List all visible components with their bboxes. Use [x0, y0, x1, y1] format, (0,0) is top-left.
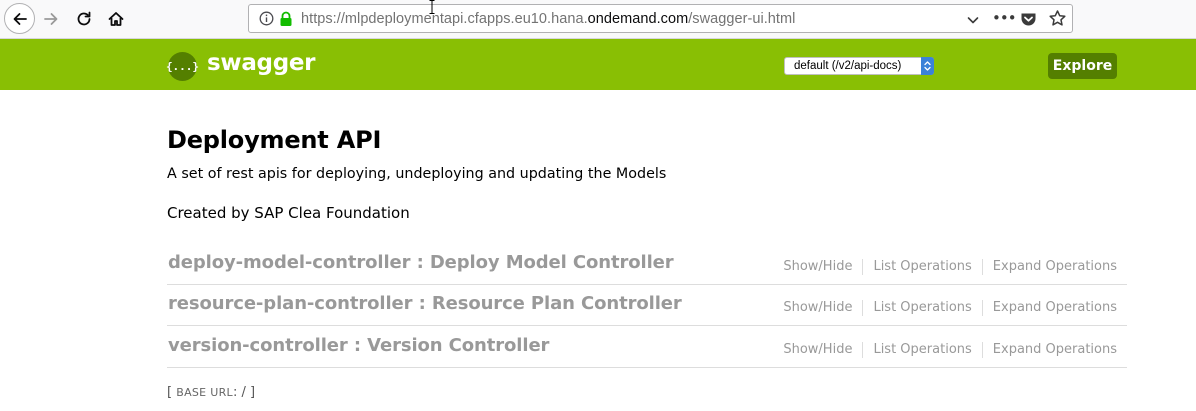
resource-heading[interactable]: version-controller : Version Controller	[168, 335, 549, 356]
explore-button[interactable]: Explore	[1048, 53, 1117, 79]
info-icon[interactable]	[259, 11, 274, 30]
expand-operations-link[interactable]: Expand Operations	[981, 300, 1117, 316]
lock-icon[interactable]	[279, 11, 293, 31]
back-button[interactable]	[4, 3, 35, 34]
url-suffix: /swagger-ui.html	[688, 11, 796, 27]
resource-heading[interactable]: deploy-model-controller : Deploy Model C…	[168, 252, 674, 273]
show-hide-link[interactable]: Show/Hide	[783, 259, 862, 275]
pocket-icon[interactable]	[1020, 11, 1037, 31]
api-created-by: Created by SAP Clea Foundation	[167, 204, 410, 222]
resource-version-controller: version-controller : Version Controller …	[167, 326, 1127, 368]
resource-heading[interactable]: resource-plan-controller : Resource Plan…	[168, 293, 682, 314]
forward-arrow-icon	[44, 13, 58, 25]
url-bar[interactable]: https://mlpdeploymentapi.cfapps.eu10.han…	[248, 4, 1073, 33]
reload-icon	[77, 11, 91, 26]
url-prefix: https://mlpdeploymentapi.cfapps.eu10.han…	[301, 11, 588, 27]
base-url: [ BASE URL: / ]	[167, 385, 255, 400]
url-domain: ondemand.com	[587, 11, 689, 27]
base-url-label: BASE URL	[176, 386, 233, 399]
text-cursor-icon	[429, 0, 435, 14]
resource-ops: Show/Hide List Operations Expand Operati…	[783, 342, 1117, 358]
api-description: A set of rest apis for deploying, undepl…	[167, 166, 667, 182]
api-title: Deployment API	[167, 126, 382, 154]
resource-resource-plan-controller: resource-plan-controller : Resource Plan…	[167, 284, 1127, 326]
base-url-open: [	[167, 385, 177, 400]
api-definition-select[interactable]: default (/v2/api-docs)	[784, 57, 934, 75]
back-arrow-icon	[13, 12, 27, 25]
list-operations-link[interactable]: List Operations	[862, 259, 981, 275]
reload-button[interactable]	[69, 4, 99, 34]
expand-operations-link[interactable]: Expand Operations	[981, 259, 1117, 275]
star-icon[interactable]	[1048, 9, 1067, 32]
browser-toolbar: https://mlpdeploymentapi.cfapps.eu10.han…	[0, 0, 1196, 39]
forward-button[interactable]	[36, 4, 66, 34]
show-hide-link[interactable]: Show/Hide	[783, 342, 862, 358]
updown-arrows-icon	[921, 57, 934, 75]
resource-deploy-model-controller: deploy-model-controller : Deploy Model C…	[167, 243, 1127, 285]
chevron-down-icon[interactable]	[966, 12, 980, 31]
api-select-value: default (/v2/api-docs)	[794, 60, 902, 72]
expand-operations-link[interactable]: Expand Operations	[981, 342, 1117, 358]
home-icon	[108, 12, 124, 26]
show-hide-link[interactable]: Show/Hide	[783, 300, 862, 316]
base-url-value: : / ]	[232, 385, 256, 400]
list-operations-link[interactable]: List Operations	[862, 342, 981, 358]
swagger-header: {...} swagger default (/v2/api-docs) Exp…	[0, 39, 1196, 90]
url-text[interactable]: https://mlpdeploymentapi.cfapps.eu10.han…	[301, 11, 795, 27]
swagger-logo-text[interactable]: swagger	[207, 50, 316, 76]
swagger-logo-icon[interactable]: {...}	[166, 52, 199, 81]
resource-ops: Show/Hide List Operations Expand Operati…	[783, 259, 1117, 275]
home-button[interactable]	[101, 4, 131, 34]
page-actions-menu[interactable]: •••	[992, 9, 1017, 27]
resource-ops: Show/Hide List Operations Expand Operati…	[783, 300, 1117, 316]
list-operations-link[interactable]: List Operations	[862, 300, 981, 316]
